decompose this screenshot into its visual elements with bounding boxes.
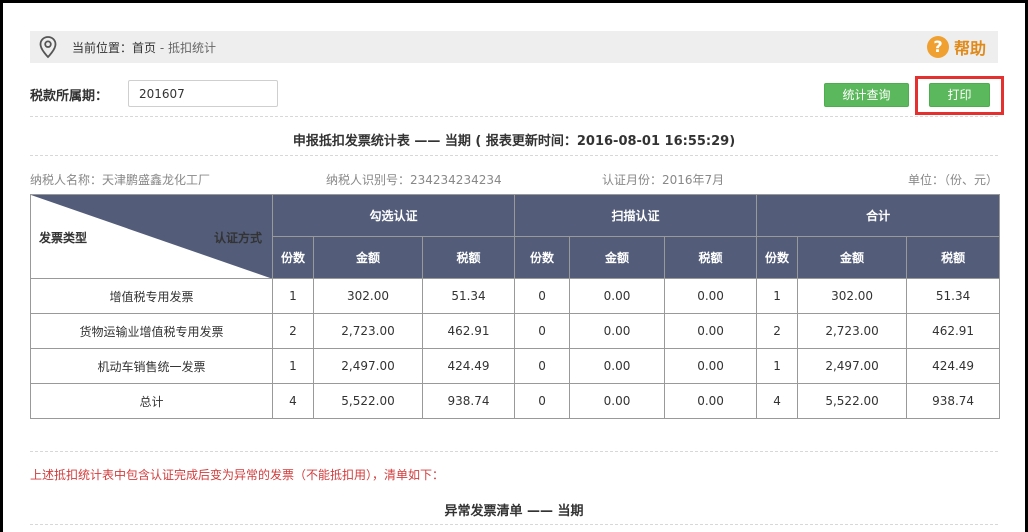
column-header: 份数 — [756, 236, 799, 279]
table-cell: 0 — [514, 348, 571, 384]
column-header: 金额 — [569, 236, 666, 279]
table-cell: 4 — [756, 383, 799, 419]
table-cell: 0.00 — [569, 313, 666, 349]
table-cell: 51.34 — [906, 278, 1001, 314]
table-row: 机动车销售统一发票 1 2,497.00 424.49 0 0.00 0.00 … — [30, 348, 1001, 384]
table-corner-header: 认证方式 发票类型 — [30, 194, 273, 279]
table-cell: 机动车销售统一发票 — [30, 348, 273, 384]
table-cell: 0.00 — [664, 383, 758, 419]
column-header: 份数 — [272, 236, 314, 279]
help-circle-icon[interactable]: ? — [926, 36, 949, 58]
table-cell: 0.00 — [569, 383, 666, 419]
divider — [30, 155, 998, 156]
table-cell: 5,522.00 — [313, 383, 423, 419]
table-cell: 424.49 — [421, 348, 516, 384]
location-pin-icon — [38, 35, 58, 62]
breadcrumb-separator: - — [156, 41, 168, 55]
breadcrumb-home-link[interactable]: 首页 — [132, 41, 156, 55]
deduction-statistics-table: 认证方式 发票类型 勾选认证 扫描认证 合计 份数 金额 税额 份数 金额 税额… — [30, 194, 1001, 419]
help-label[interactable]: 帮助 — [954, 35, 986, 59]
breadcrumb-prefix: 当前位置： — [72, 41, 133, 55]
table-cell: 0 — [514, 383, 571, 419]
table-cell: 2 — [756, 313, 799, 349]
table-cell: 0.00 — [569, 278, 666, 314]
table-cell: 0.00 — [664, 313, 758, 349]
table-cell: 1 — [272, 278, 314, 314]
column-header: 金额 — [313, 236, 423, 279]
table-cell: 0.00 — [664, 348, 758, 384]
table-cell: 938.74 — [906, 383, 1001, 419]
table-cell: 1 — [272, 348, 314, 384]
abnormal-invoice-notice: 上述抵扣统计表中包含认证完成后变为异常的发票（不能抵扣用），清单如下： — [30, 468, 445, 482]
table-row: 货物运输业增值税专用发票 2 2,723.00 462.91 0 0.00 0.… — [30, 313, 1001, 349]
tax-period-input[interactable] — [128, 80, 278, 107]
taxpayer-id: 纳税人识别号：234234234234 — [326, 173, 502, 187]
table-cell: 1 — [756, 348, 799, 384]
table-cell: 2,723.00 — [797, 313, 908, 349]
table-cell: 1 — [756, 278, 799, 314]
corner-cert-method: 认证方式 — [213, 231, 262, 245]
table-cell: 货物运输业增值税专用发票 — [30, 313, 273, 349]
table-cell: 302.00 — [313, 278, 423, 314]
column-header: 份数 — [514, 236, 571, 279]
divider — [30, 524, 998, 525]
table-cell: 5,522.00 — [797, 383, 908, 419]
table-cell: 2 — [272, 313, 314, 349]
taxpayer-name: 纳税人名称：天津鹏盛鑫龙化工厂 — [30, 173, 211, 187]
table-cell: 462.91 — [906, 313, 1001, 349]
tax-period-label: 税款所属期： — [30, 89, 109, 104]
column-header: 税额 — [664, 236, 758, 279]
table-cell: 2,497.00 — [313, 348, 423, 384]
table-cell: 0 — [514, 313, 571, 349]
group-header: 勾选认证 — [271, 194, 516, 237]
table-cell: 增值税专用发票 — [30, 278, 273, 314]
abnormal-invoice-list-title: 异常发票清单 —— 当期 — [444, 504, 584, 519]
table-cell: 2,497.00 — [797, 348, 908, 384]
table-cell: 0.00 — [569, 348, 666, 384]
table-cell: 51.34 — [421, 278, 516, 314]
help-link[interactable]: ? 帮助 — [926, 35, 986, 59]
column-header: 税额 — [421, 236, 516, 279]
table-row: 增值税专用发票 1 302.00 51.34 0 0.00 0.00 1 302… — [30, 278, 1001, 314]
print-button[interactable]: 打印 — [929, 83, 990, 107]
breadcrumb-current: 抵扣统计 — [168, 41, 217, 55]
divider — [30, 451, 998, 452]
column-header: 税额 — [906, 236, 1001, 279]
certification-month: 认证月份：2016年7月 — [602, 173, 725, 187]
table-cell: 938.74 — [421, 383, 516, 419]
table-cell: 0 — [514, 278, 571, 314]
unit-label: 单位：（份、元） — [907, 173, 998, 187]
table-cell: 4 — [272, 383, 314, 419]
table-cell: 总计 — [30, 383, 273, 419]
breadcrumb: 当前位置：首页 - 抵扣统计 — [72, 39, 216, 56]
table-cell: 2,723.00 — [313, 313, 423, 349]
group-header: 合计 — [756, 194, 1001, 237]
group-header: 扫描认证 — [514, 194, 758, 237]
table-cell: 462.91 — [421, 313, 516, 349]
table-total-row: 总计 4 5,522.00 938.74 0 0.00 0.00 4 5,522… — [30, 383, 1001, 419]
report-title: 申报抵扣发票统计表 —— 当期 ( 报表更新时间：2016-08-01 16:5… — [292, 134, 736, 149]
table-cell: 0.00 — [664, 278, 758, 314]
table-cell: 424.49 — [906, 348, 1001, 384]
corner-invoice-type: 发票类型 — [39, 231, 88, 245]
table-cell: 302.00 — [797, 278, 908, 314]
column-header: 金额 — [797, 236, 908, 279]
breadcrumb-bar: 当前位置：首页 - 抵扣统计 ? 帮助 — [30, 31, 998, 63]
divider — [30, 116, 998, 117]
statistics-query-button[interactable]: 统计查询 — [824, 83, 909, 107]
